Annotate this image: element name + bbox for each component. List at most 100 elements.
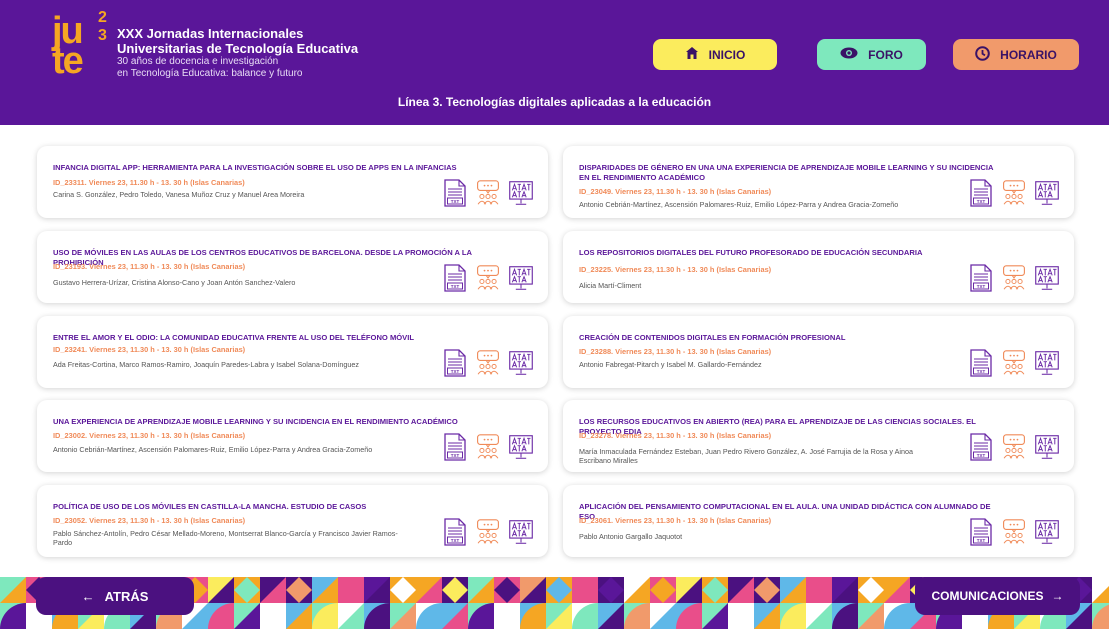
ai-presentation-icon[interactable]: [508, 433, 534, 461]
header-banner: ju 2 3 te XXX Jornadas Internacionales U…: [0, 0, 1109, 125]
inicio-button[interactable]: INICIO: [653, 39, 777, 70]
paper-actions: TXT: [442, 433, 534, 461]
forum-chat-icon[interactable]: [475, 179, 501, 207]
forum-chat-icon[interactable]: [1001, 349, 1027, 377]
section-title: Línea 3. Tecnologías digitales aplicadas…: [397, 95, 712, 109]
paper-card[interactable]: LOS RECURSOS EDUCATIVOS EN ABIERTO (REA)…: [563, 400, 1074, 472]
txt-label: TXT: [451, 369, 460, 374]
paper-actions: TXT: [968, 433, 1060, 461]
paper-title: ENTRE EL AMOR Y EL ODIO: LA COMUNIDAD ED…: [53, 333, 414, 342]
ai-presentation-icon[interactable]: [508, 349, 534, 377]
logo-sup-top: 2: [98, 9, 107, 26]
ai-presentation-icon[interactable]: [508, 264, 534, 292]
forum-chat-icon[interactable]: [1001, 518, 1027, 546]
back-button[interactable]: ← ATRÁS: [36, 577, 194, 615]
txt-document-icon[interactable]: TXT: [968, 518, 994, 546]
eye-icon: [840, 47, 858, 62]
ai-presentation-icon[interactable]: [1034, 179, 1060, 207]
home-icon: [685, 46, 699, 63]
txt-document-icon[interactable]: TXT: [442, 179, 468, 207]
txt-document-icon[interactable]: TXT: [968, 433, 994, 461]
paper-actions: TXT: [968, 179, 1060, 207]
inicio-label: INICIO: [708, 47, 746, 62]
event-subtitle-line2: en Tecnología Educativa: balance y futur…: [117, 68, 303, 79]
paper-meta: ID_23002. Viernes 23, 11.30 h - 13. 30 h…: [53, 431, 246, 440]
event-title-line2: Universitarias de Tecnología Educativa: [117, 41, 359, 56]
forum-chat-icon[interactable]: [1001, 179, 1027, 207]
forum-chat-icon[interactable]: [475, 264, 501, 292]
paper-authors: Pablo Antonio Gargallo Jaquotot: [579, 532, 683, 541]
paper-meta: ID_23278. Viernes 23, 11.30 h - 13. 30 h…: [579, 431, 772, 440]
foro-button[interactable]: FORO: [817, 39, 926, 70]
paper-actions: TXT: [968, 264, 1060, 292]
back-label: ATRÁS: [104, 588, 149, 604]
jute-logo: ju 2 3 te: [52, 9, 112, 81]
txt-document-icon[interactable]: TXT: [968, 179, 994, 207]
paper-authors: Pablo Sánchez-Antolín, Pedro César Mella…: [53, 529, 398, 547]
paper-card[interactable]: APLICACIÓN DEL PENSAMIENTO COMPUTACIONAL…: [563, 485, 1074, 557]
paper-meta: ID_23061. Viernes 23, 11.30 h - 13. 30 h…: [579, 516, 772, 525]
paper-meta: ID_23241. Viernes 23, 11.30 h - 13. 30 h…: [53, 345, 246, 354]
paper-meta: ID_23288. Viernes 23, 11.30 h - 13. 30 h…: [579, 347, 772, 356]
paper-meta: ID_23311. Viernes 23, 11.30 h - 13. 30 h…: [53, 178, 245, 187]
txt-label: TXT: [451, 453, 460, 458]
txt-label: TXT: [451, 199, 460, 204]
paper-authors: María Inmaculada Fernández Esteban, Juan…: [579, 447, 913, 465]
paper-authors: Antonio Cebrián-Martínez, Ascensión Palo…: [579, 200, 899, 209]
paper-meta: ID_23225. Viernes 23, 11.30 h - 13. 30 h…: [579, 265, 772, 274]
txt-document-icon[interactable]: TXT: [442, 433, 468, 461]
forum-chat-icon[interactable]: [475, 433, 501, 461]
txt-label: TXT: [451, 284, 460, 289]
event-title-line1: XXX Jornadas Internacionales: [117, 26, 304, 41]
txt-document-icon[interactable]: TXT: [968, 349, 994, 377]
paper-title: INFANCIA DIGITAL APP: HERRAMIENTA PARA L…: [53, 163, 457, 172]
paper-meta: ID_23049. Viernes 23, 11.30 h - 13. 30 h…: [579, 187, 772, 196]
paper-actions: TXT: [442, 179, 534, 207]
paper-title: LOS REPOSITORIOS DIGITALES DEL FUTURO PR…: [579, 248, 923, 257]
ai-presentation-icon[interactable]: [1034, 349, 1060, 377]
forum-chat-icon[interactable]: [475, 349, 501, 377]
paper-title: UNA EXPERIENCIA DE APRENDIZAJE MOBILE LE…: [53, 417, 458, 426]
forum-chat-icon[interactable]: [475, 518, 501, 546]
event-title: XXX Jornadas Internacionales Universitar…: [117, 26, 358, 80]
paper-meta: ID_23193. Viernes 23, 11.30 h - 13. 30 h…: [53, 262, 246, 271]
paper-authors: Alicia Martí-Climent: [579, 281, 642, 290]
txt-label: TXT: [977, 199, 986, 204]
paper-authors: Antonio Cebrián-Martínez, Ascensión Palo…: [53, 445, 373, 454]
clock-icon: [975, 45, 990, 64]
paper-card[interactable]: USO DE MÓVILES EN LAS AULAS DE LOS CENTR…: [37, 231, 548, 303]
paper-card[interactable]: DISPARIDADES DE GÉNERO EN UNA UNA EXPERI…: [563, 146, 1074, 218]
txt-document-icon[interactable]: TXT: [442, 264, 468, 292]
paper-card[interactable]: UNA EXPERIENCIA DE APRENDIZAJE MOBILE LE…: [37, 400, 548, 472]
paper-title: DISPARIDADES DE GÉNERO EN UNA UNA EXPERI…: [579, 163, 994, 182]
paper-authors: Ada Freitas-Cortina, Marco Ramos-Ramiro,…: [53, 360, 360, 369]
txt-document-icon[interactable]: TXT: [442, 349, 468, 377]
paper-card[interactable]: INFANCIA DIGITAL APP: HERRAMIENTA PARA L…: [37, 146, 548, 218]
logo-sup-bottom: 3: [98, 27, 107, 44]
ai-presentation-icon[interactable]: [1034, 518, 1060, 546]
forum-chat-icon[interactable]: [1001, 433, 1027, 461]
txt-label: TXT: [451, 538, 460, 543]
txt-document-icon[interactable]: TXT: [442, 518, 468, 546]
paper-actions: TXT: [442, 264, 534, 292]
ai-presentation-icon[interactable]: [508, 179, 534, 207]
horario-button[interactable]: HORARIO: [953, 39, 1079, 70]
paper-card[interactable]: ENTRE EL AMOR Y EL ODIO: LA COMUNIDAD ED…: [37, 316, 548, 388]
paper-meta: ID_23052. Viernes 23, 11.30 h - 13. 30 h…: [53, 516, 246, 525]
paper-card[interactable]: LOS REPOSITORIOS DIGITALES DEL FUTURO PR…: [563, 231, 1074, 303]
txt-document-icon[interactable]: TXT: [968, 264, 994, 292]
ai-presentation-icon[interactable]: [508, 518, 534, 546]
ai-presentation-icon[interactable]: [1034, 433, 1060, 461]
paper-actions: TXT: [968, 518, 1060, 546]
logo-text-bottom: te: [52, 40, 84, 82]
paper-card[interactable]: CREACIÓN DE CONTENIDOS DIGITALES EN FORM…: [563, 316, 1074, 388]
arrow-left-icon: ←: [81, 588, 95, 604]
paper-card[interactable]: POLÍTICA DE USO DE LOS MÓVILES EN CASTIL…: [37, 485, 548, 557]
comunicaciones-button[interactable]: COMUNICACIONES →: [915, 577, 1080, 615]
arrow-right-icon: →: [1051, 589, 1064, 603]
paper-authors: Gustavo Herrera-Urízar, Cristina Alonso-…: [53, 278, 296, 287]
ai-presentation-icon[interactable]: [1034, 264, 1060, 292]
forum-chat-icon[interactable]: [1001, 264, 1027, 292]
txt-label: TXT: [977, 453, 986, 458]
paper-actions: TXT: [968, 349, 1060, 377]
